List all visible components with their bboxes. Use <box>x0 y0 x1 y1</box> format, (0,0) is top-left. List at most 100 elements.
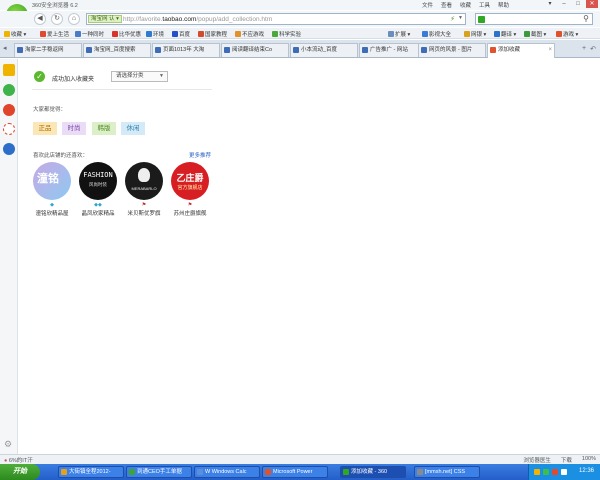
shop-card[interactable]: 乙庄爵 官方旗舰店 ⚑ 苏州庄爵旗舰 <box>170 162 210 217</box>
close-tab-icon[interactable]: × <box>548 44 552 56</box>
tab[interactable]: 小本流动_百度 <box>290 43 358 57</box>
shop-logo[interactable]: 乙庄爵 官方旗舰店 <box>171 162 209 200</box>
address-bar[interactable]: 淘宝网 认 ▾ http://favorite.taobao.com/popup… <box>86 13 466 25</box>
download-button[interactable]: 下载 <box>561 456 572 464</box>
screenshot-button[interactable]: 截图 ▾ <box>524 30 546 38</box>
category-select[interactable]: 请选择分类 ▼ <box>111 71 168 82</box>
shop-name[interactable]: 晶凤欣家精品 <box>78 209 118 217</box>
tab-favicon <box>490 47 496 53</box>
tray-icon[interactable] <box>552 469 558 475</box>
bookmark-item[interactable]: 国家教程 <box>198 30 227 38</box>
speed-mode-icon[interactable]: ⚡ <box>450 15 455 23</box>
tab[interactable]: 淘家二手稳返网 <box>14 43 82 57</box>
restore-icon[interactable]: ↶ <box>590 45 596 53</box>
shop-card[interactable]: FASHION 风尚时装 ◆◆ 晶凤欣家精品 <box>78 162 118 217</box>
taskbar-item[interactable]: 大街镇全程2012- <box>58 466 124 478</box>
extensions-button[interactable]: 扩展 ▾ <box>388 30 410 38</box>
side-bar: ⚙ <box>0 59 18 454</box>
bookmark-item[interactable]: 爱上生活 <box>40 30 69 38</box>
tab-list-icon[interactable]: ◂ <box>3 44 7 52</box>
dropdown-button[interactable]: ▾ <box>544 0 556 8</box>
shop-logo[interactable]: MERABARLO <box>125 162 163 200</box>
games-button[interactable]: 游戏 ▾ <box>556 30 578 38</box>
tag-fashion[interactable]: 时尚 <box>62 122 86 135</box>
site-tag-label: 淘宝网 <box>91 16 108 22</box>
chevron-down-icon[interactable]: ▼ <box>458 15 463 21</box>
browser-doctor-button[interactable]: 浏览器医生 <box>523 456 551 464</box>
translate-button[interactable]: 翻译 ▾ <box>494 30 516 38</box>
site-verified-tag[interactable]: 淘宝网 认 ▾ <box>88 15 122 23</box>
shop-logo-subtext: 官方旗舰店 <box>177 185 203 191</box>
shop-card[interactable]: MERABARLO ⚑ 米贝斯优罗旗 <box>124 162 164 217</box>
tab[interactable]: 阅读翻译结束Co <box>221 43 289 57</box>
taskbar-item-active[interactable]: 添加收藏 - 360 <box>340 466 406 478</box>
taskbar-item[interactable]: [mmsh.net] CSS <box>414 466 480 478</box>
zoom-level[interactable]: 100% <box>582 456 596 464</box>
back-icon[interactable]: ◀ <box>34 13 46 25</box>
taskbar-label: Microsoft Power <box>273 469 313 475</box>
taskbar-label: 大街镇全程2012- <box>69 469 111 475</box>
chevron-down-icon: ▼ <box>159 73 164 79</box>
menu-help[interactable]: 帮助 <box>494 1 513 9</box>
bookmark-favorites[interactable]: 收藏 ▾ <box>4 30 26 38</box>
weibo-icon[interactable] <box>3 104 15 116</box>
bookmark-item[interactable]: 一种同时 <box>75 30 104 38</box>
shop-name[interactable]: 米贝斯优罗旗 <box>124 209 164 217</box>
minimize-button[interactable]: – <box>558 0 570 8</box>
bank-button[interactable]: 网银 ▾ <box>464 30 486 38</box>
tag-korean[interactable]: 韩版 <box>92 122 116 135</box>
tray-icon[interactable] <box>543 469 549 475</box>
favorites-star-icon[interactable] <box>3 64 15 76</box>
shop-name[interactable]: 苏州庄爵旗舰 <box>170 209 210 217</box>
video-button[interactable]: 影视大全 <box>422 30 451 38</box>
clock[interactable]: 12:36 <box>579 468 594 474</box>
check-icon: ✓ <box>34 71 45 82</box>
more-recommendations-link[interactable]: 更多推荐 <box>189 151 211 159</box>
taskbar-item[interactable]: W Windows Calc <box>194 466 260 478</box>
app-icon[interactable] <box>3 143 15 155</box>
tab[interactable]: 网页的风景 - 图片 <box>418 43 486 57</box>
menu-tools[interactable]: 工具 <box>475 1 494 9</box>
tab[interactable]: 淘宝网_百度搜索 <box>83 43 151 57</box>
maximize-button[interactable]: □ <box>572 0 584 8</box>
star-icon <box>4 30 10 37</box>
bookmark-item[interactable]: 科学实验 <box>272 30 301 38</box>
home-icon[interactable]: ⌂ <box>68 13 80 25</box>
menu-file[interactable]: 文件 <box>418 1 437 9</box>
volume-icon[interactable] <box>561 469 567 475</box>
shop-card[interactable]: 潼铭 ◆ 潼铭欣精品屋 <box>32 162 72 217</box>
tab[interactable]: 页面1013年 大淘 <box>152 43 220 57</box>
shop-logo[interactable]: FASHION 风尚时装 <box>79 162 117 200</box>
search-engine-icon[interactable] <box>478 16 485 23</box>
taskbar: 开始 大街镇全程2012- 到通CEO手工单据 W Windows Calc M… <box>0 464 600 480</box>
chat-icon[interactable] <box>3 84 15 96</box>
tag-casual[interactable]: 休闲 <box>121 122 145 135</box>
close-button[interactable]: ✕ <box>586 0 598 8</box>
search-box[interactable]: ⚲ <box>475 13 593 25</box>
taskbar-label: 到通CEO手工单据 <box>137 469 182 475</box>
tag-genuine[interactable]: 正品 <box>33 122 57 135</box>
tray-icon[interactable] <box>534 469 540 475</box>
menu-favorites[interactable]: 收藏 <box>456 1 475 9</box>
bookmark-item[interactable]: 环境 <box>146 30 164 38</box>
tab-active[interactable]: 添加收藏 × <box>487 43 555 58</box>
bookmark-item[interactable]: 比华优惠 <box>112 30 141 38</box>
bookmark-item[interactable]: 不应游戏 <box>235 30 264 38</box>
url-text[interactable]: http://favorite.taobao.com/popup/add_col… <box>123 16 272 23</box>
capture-icon[interactable] <box>3 123 15 135</box>
menu-view[interactable]: 查看 <box>437 1 456 9</box>
app-icon <box>61 469 67 475</box>
refresh-icon[interactable]: ↻ <box>51 13 63 25</box>
bookmark-item[interactable]: 百度 <box>172 30 190 38</box>
toolbar-label: 影视大全 <box>429 31 452 38</box>
start-button[interactable]: 开始 <box>0 464 40 480</box>
tab-favicon <box>421 47 427 53</box>
new-tab-icon[interactable]: + <box>582 45 586 53</box>
taskbar-item[interactable]: 到通CEO手工单据 <box>126 466 192 478</box>
search-icon[interactable]: ⚲ <box>583 14 589 23</box>
tab[interactable]: 广告推广 - 网站 <box>359 43 427 57</box>
gear-icon[interactable]: ⚙ <box>4 439 12 450</box>
shop-logo[interactable]: 潼铭 <box>33 162 71 200</box>
taskbar-item[interactable]: Microsoft Power <box>262 466 328 478</box>
shop-name[interactable]: 潼铭欣精品屋 <box>32 209 72 217</box>
